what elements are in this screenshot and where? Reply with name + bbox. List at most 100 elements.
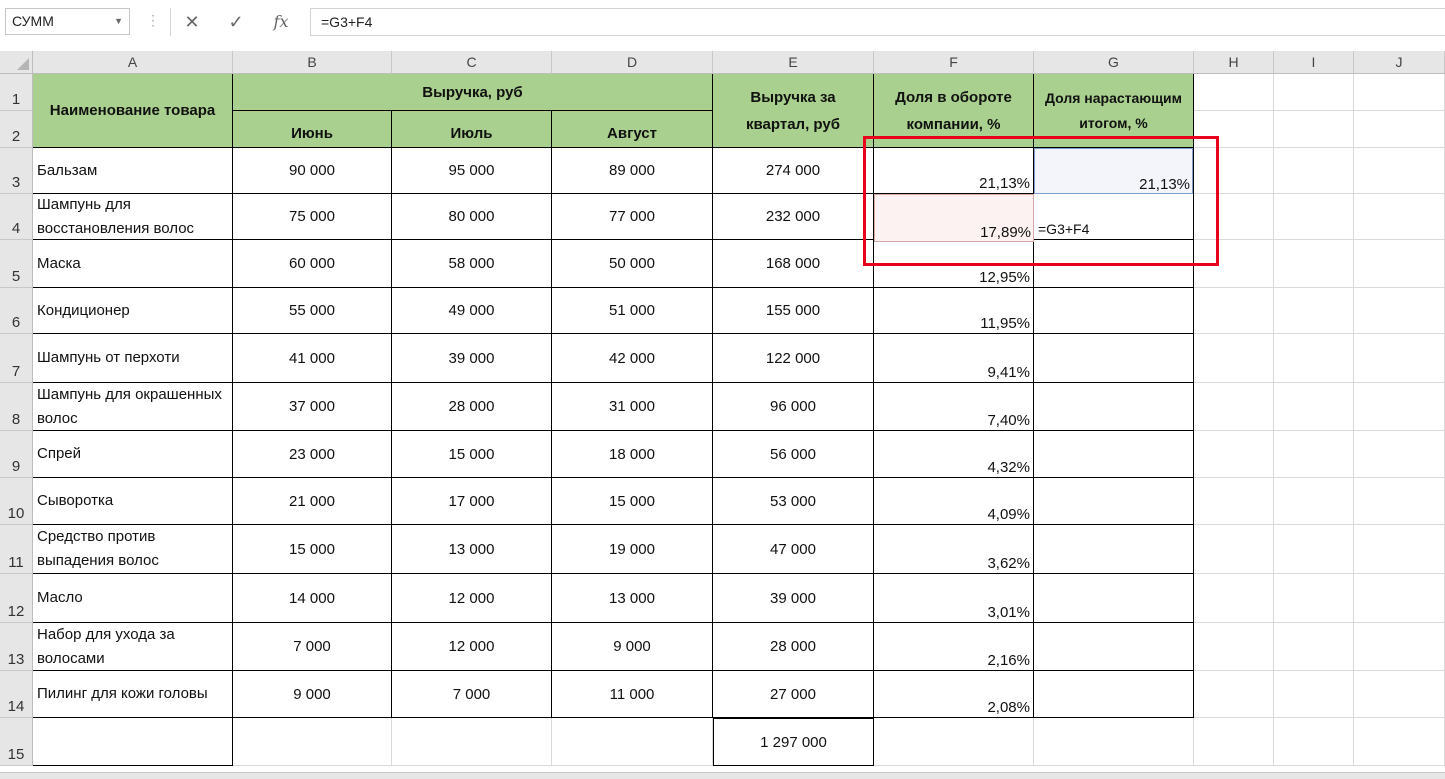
cell-august[interactable]: 42 000 <box>552 334 713 383</box>
cell-june[interactable]: 60 000 <box>233 240 392 288</box>
row-header-10[interactable]: 10 <box>0 478 33 525</box>
grid-cell[interactable] <box>1274 478 1354 525</box>
enter-check-icon[interactable]: ✓ <box>223 9 249 35</box>
cell-quarter[interactable]: 168 000 <box>713 240 874 288</box>
cell-july[interactable]: 39 000 <box>392 334 552 383</box>
column-header-j[interactable]: J <box>1354 51 1445 74</box>
cell-share[interactable]: 7,40% <box>874 383 1034 431</box>
grid-cell[interactable] <box>1194 383 1274 431</box>
cell-quarter[interactable]: 155 000 <box>713 288 874 334</box>
cell-july[interactable]: 15 000 <box>392 431 552 478</box>
grid-cell[interactable] <box>1354 194 1445 240</box>
grid-cell[interactable] <box>1194 288 1274 334</box>
cell-june[interactable]: 21 000 <box>233 478 392 525</box>
grid-cell[interactable] <box>1354 288 1445 334</box>
cell-name[interactable]: Маска <box>33 240 233 288</box>
cell-june[interactable]: 55 000 <box>233 288 392 334</box>
grid-cell[interactable] <box>1274 718 1354 766</box>
header-quarter[interactable]: Выручка за квартал, руб <box>713 74 874 148</box>
grid-cell[interactable] <box>1354 671 1445 718</box>
cell-name[interactable]: Масло <box>33 574 233 623</box>
row-header-1[interactable]: 1 <box>0 74 33 111</box>
cell-name[interactable]: Спрей <box>33 431 233 478</box>
cell-july[interactable]: 58 000 <box>392 240 552 288</box>
cell-name[interactable]: Шампунь для восстановления волос <box>33 194 233 240</box>
grid-cell[interactable] <box>1274 334 1354 383</box>
cell-june[interactable]: 15 000 <box>233 525 392 574</box>
header-july[interactable]: Июль <box>392 111 552 148</box>
cell-cumulative[interactable] <box>1034 574 1194 623</box>
row-header-4[interactable]: 4 <box>0 194 33 240</box>
grid-cell[interactable] <box>1274 240 1354 288</box>
cell-july[interactable]: 12 000 <box>392 623 552 671</box>
cell-july[interactable]: 17 000 <box>392 478 552 525</box>
cell-june[interactable]: 37 000 <box>233 383 392 431</box>
grid-cell[interactable] <box>392 718 552 766</box>
cell-share[interactable]: 4,09% <box>874 478 1034 525</box>
row-header-8[interactable]: 8 <box>0 383 33 431</box>
cell-quarter[interactable]: 274 000 <box>713 148 874 194</box>
cell-share[interactable]: 3,01% <box>874 574 1034 623</box>
column-header-d[interactable]: D <box>552 51 713 74</box>
row-header-3[interactable]: 3 <box>0 148 33 194</box>
cell-august[interactable]: 50 000 <box>552 240 713 288</box>
cell-cumulative[interactable] <box>1034 431 1194 478</box>
cell-share[interactable]: 3,62% <box>874 525 1034 574</box>
cell-july[interactable]: 28 000 <box>392 383 552 431</box>
cell-july[interactable]: 12 000 <box>392 574 552 623</box>
cell-july[interactable]: 49 000 <box>392 288 552 334</box>
row-header-14[interactable]: 14 <box>0 671 33 718</box>
grid-cell[interactable] <box>1274 111 1354 148</box>
cell-quarter[interactable]: 39 000 <box>713 574 874 623</box>
column-header-i[interactable]: I <box>1274 51 1354 74</box>
grid-cell[interactable] <box>1354 383 1445 431</box>
column-header-a[interactable]: A <box>33 51 233 74</box>
cancel-icon[interactable]: ✕ <box>179 9 205 35</box>
cell-june[interactable]: 23 000 <box>233 431 392 478</box>
cell-name[interactable]: Кондиционер <box>33 288 233 334</box>
grid-cell[interactable] <box>1354 525 1445 574</box>
cell-quarter[interactable]: 47 000 <box>713 525 874 574</box>
cell-august[interactable]: 77 000 <box>552 194 713 240</box>
grid-cell[interactable] <box>1274 574 1354 623</box>
cell-july[interactable]: 80 000 <box>392 194 552 240</box>
grid-cell[interactable] <box>1354 111 1445 148</box>
header-name[interactable]: Наименование товара <box>33 74 233 148</box>
cell-june[interactable]: 9 000 <box>233 671 392 718</box>
chevron-down-icon[interactable]: ▼ <box>114 9 123 34</box>
grid-cell[interactable] <box>233 718 392 766</box>
cell-cumulative[interactable] <box>1034 525 1194 574</box>
cell-august[interactable]: 51 000 <box>552 288 713 334</box>
cell-cumulative[interactable] <box>1034 334 1194 383</box>
grid-cell[interactable] <box>1354 74 1445 111</box>
cell-cumulative[interactable] <box>1034 623 1194 671</box>
cell-quarter[interactable]: 28 000 <box>713 623 874 671</box>
row-header-7[interactable]: 7 <box>0 334 33 383</box>
row-header-2[interactable]: 2 <box>0 111 33 148</box>
cell-share[interactable]: 2,16% <box>874 623 1034 671</box>
header-august[interactable]: Август <box>552 111 713 148</box>
cell-quarter[interactable]: 56 000 <box>713 431 874 478</box>
cell-name[interactable]: Шампунь от перхоти <box>33 334 233 383</box>
grid-cell[interactable] <box>1274 525 1354 574</box>
cell-name[interactable]: Сыворотка <box>33 478 233 525</box>
column-header-f[interactable]: F <box>874 51 1034 74</box>
cell-share[interactable]: 4,32% <box>874 431 1034 478</box>
header-june[interactable]: Июнь <box>233 111 392 148</box>
select-all-corner[interactable] <box>0 51 33 74</box>
cell-august[interactable]: 89 000 <box>552 148 713 194</box>
grid-cell[interactable] <box>1354 623 1445 671</box>
cell-june[interactable]: 7 000 <box>233 623 392 671</box>
name-box[interactable]: СУММ ▼ <box>5 8 130 35</box>
row-header-6[interactable]: 6 <box>0 288 33 334</box>
column-header-h[interactable]: H <box>1194 51 1274 74</box>
grid-cell[interactable] <box>1274 148 1354 194</box>
cell-cumulative[interactable] <box>1034 383 1194 431</box>
grid-cell[interactable] <box>1194 718 1274 766</box>
cell-august[interactable]: 15 000 <box>552 478 713 525</box>
cell-quarter[interactable]: 122 000 <box>713 334 874 383</box>
cell-quarter[interactable]: 27 000 <box>713 671 874 718</box>
cell-quarter[interactable]: 96 000 <box>713 383 874 431</box>
cell-share[interactable]: 9,41% <box>874 334 1034 383</box>
grid-cell[interactable] <box>552 718 713 766</box>
